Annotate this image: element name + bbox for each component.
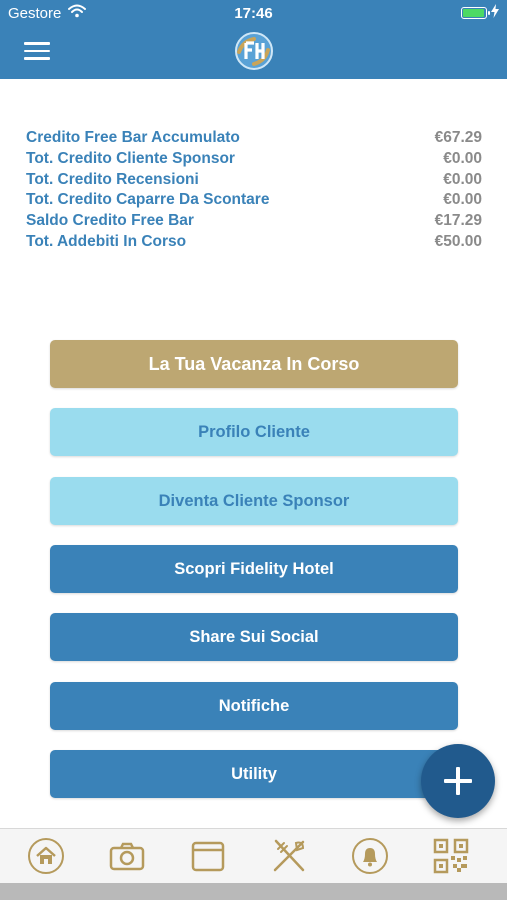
tab-notifications[interactable] bbox=[351, 837, 389, 875]
tab-calendar[interactable] bbox=[189, 837, 227, 875]
credit-label: Tot. Credito Recensioni bbox=[26, 170, 199, 188]
credit-label: Tot. Credito Caparre Da Scontare bbox=[26, 191, 270, 209]
tab-qr-code[interactable] bbox=[432, 837, 470, 875]
credit-row: Saldo Credito Free Bar €17.29 bbox=[26, 211, 482, 232]
calendar-icon bbox=[191, 841, 225, 872]
credit-value: €50.00 bbox=[434, 232, 482, 250]
add-floating-button[interactable] bbox=[421, 744, 495, 818]
utility-button[interactable]: Utility bbox=[50, 750, 458, 798]
credit-row: Tot. Credito Caparre Da Scontare €0.00 bbox=[26, 190, 482, 211]
restaurant-icon bbox=[273, 839, 305, 872]
credit-row: Credito Free Bar Accumulato €67.29 bbox=[26, 128, 482, 149]
credit-label: Saldo Credito Free Bar bbox=[26, 212, 194, 230]
credit-label: Tot. Addebiti In Corso bbox=[26, 232, 187, 250]
discover-fidelity-hotel-button[interactable]: Scopri Fidelity Hotel bbox=[50, 545, 458, 593]
credit-label: Credito Free Bar Accumulato bbox=[26, 129, 240, 146]
credit-summary: Credito Free Bar Accumulato €67.29 Tot. Cr… bbox=[26, 128, 482, 253]
credit-value: €0.00 bbox=[443, 149, 482, 167]
battery-icon bbox=[461, 7, 490, 19]
notifications-button[interactable]: Notifiche bbox=[50, 682, 458, 730]
bottom-tab-bar bbox=[0, 828, 507, 883]
credit-label: Tot. Credito Cliente Sponsor bbox=[26, 149, 235, 167]
credit-row: Tot. Credito Cliente Sponsor €0.00 bbox=[26, 149, 482, 170]
credit-row: Tot. Credito Recensioni €0.00 bbox=[26, 170, 482, 191]
home-icon bbox=[28, 838, 64, 874]
tab-restaurant[interactable] bbox=[270, 837, 308, 875]
bottom-strip bbox=[0, 883, 507, 900]
tab-home[interactable] bbox=[27, 837, 65, 875]
hamburger-menu-icon[interactable] bbox=[24, 42, 50, 62]
status-bar: Gestore 17:46 bbox=[0, 0, 507, 26]
current-holiday-button[interactable]: La Tua Vacanza In Corso bbox=[50, 340, 458, 388]
share-social-button[interactable]: Share Sui Social bbox=[50, 613, 458, 661]
credit-value: €0.00 bbox=[443, 170, 482, 188]
customer-profile-button[interactable]: Profilo Cliente bbox=[50, 408, 458, 456]
credit-value: €0.00 bbox=[443, 191, 482, 209]
credit-row: Tot. Addebiti In Corso €50.00 bbox=[26, 232, 482, 253]
tab-camera[interactable] bbox=[108, 837, 146, 875]
qr-code-icon bbox=[433, 838, 469, 874]
credit-value: €17.29 bbox=[434, 212, 482, 230]
status-time: 17:46 bbox=[234, 5, 273, 22]
fidelity-hotel-logo bbox=[234, 31, 274, 71]
charging-icon bbox=[491, 4, 499, 22]
camera-icon bbox=[109, 842, 145, 871]
nav-bar bbox=[0, 26, 507, 79]
credit-value: €67.29 bbox=[434, 129, 482, 146]
bell-icon bbox=[352, 838, 388, 874]
become-sponsor-button[interactable]: Diventa Cliente Sponsor bbox=[50, 477, 458, 525]
